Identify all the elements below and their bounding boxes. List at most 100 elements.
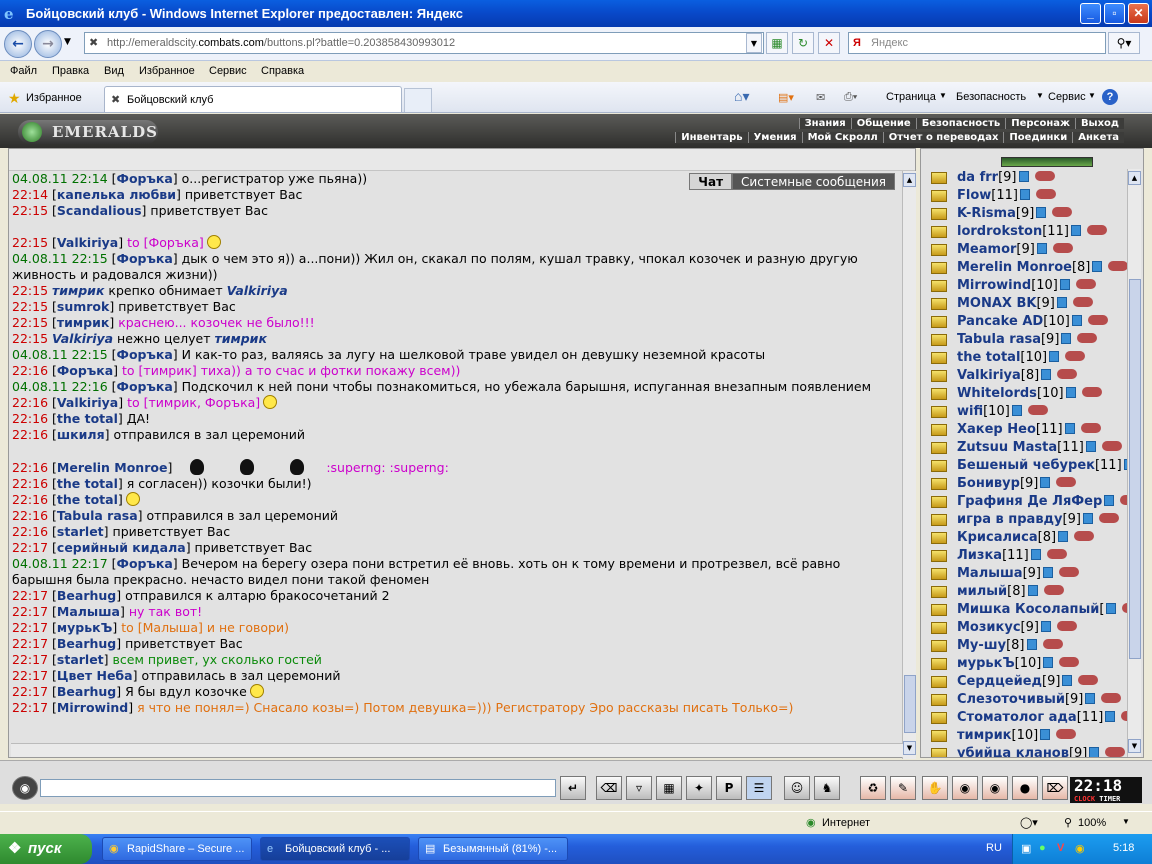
send-icon[interactable]: ↵ <box>560 776 586 800</box>
menu-tools[interactable]: Сервис <box>209 65 247 77</box>
scroll-icon[interactable]: ✎ <box>890 776 916 800</box>
menu-exit[interactable]: Выход <box>1074 118 1124 129</box>
eraser-icon[interactable]: ⌫ <box>596 776 622 800</box>
chat-nick[interactable]: Малыша <box>57 604 120 619</box>
user-scroll-down-icon[interactable]: ▼ <box>1128 739 1141 753</box>
private-message-icon[interactable] <box>931 442 947 454</box>
chat-nick[interactable]: шкиля <box>57 427 105 442</box>
chat-time[interactable]: 22:16 <box>12 508 48 523</box>
help-icon[interactable]: ? <box>1102 89 1118 105</box>
private-message-icon[interactable] <box>931 568 947 580</box>
private-message-icon[interactable] <box>931 190 947 202</box>
tray-chrome-icon[interactable]: ◉ <box>1075 842 1085 855</box>
private-message-icon[interactable] <box>931 352 947 364</box>
chat-nick[interactable]: тимрик <box>57 315 109 330</box>
chat-nick[interactable]: Форъка <box>117 347 173 362</box>
chat-time[interactable]: 22:16 <box>12 476 48 491</box>
chat-time[interactable]: 22:16 <box>12 411 48 426</box>
user-nick[interactable]: Meamor <box>957 242 1016 257</box>
scroll-down-icon[interactable]: ▼ <box>903 741 916 755</box>
chat-time[interactable]: 22:17 <box>12 604 48 619</box>
chat-scrollbar[interactable]: ▲ ▼ <box>902 171 916 759</box>
hand-icon[interactable]: ✋ <box>922 776 948 800</box>
chat-time[interactable]: 22:17 <box>12 588 48 603</box>
user-list-item[interactable]: da frr[9] <box>923 169 1127 187</box>
user-list-item[interactable]: the total[10] <box>923 349 1127 367</box>
chat-time[interactable]: 22:16 <box>12 460 48 475</box>
user-nick[interactable]: MONAX BK <box>957 296 1036 311</box>
private-message-icon[interactable] <box>931 604 947 616</box>
private-message-icon[interactable] <box>931 172 947 184</box>
user-list-item[interactable]: wifi[10] <box>923 403 1127 421</box>
chat-time[interactable]: 22:17 <box>12 636 48 651</box>
menu-view[interactable]: Вид <box>104 65 124 77</box>
chat-message-input[interactable] <box>40 779 556 797</box>
chat-nick[interactable]: серийный кидала <box>57 540 186 555</box>
speaker-icon[interactable]: ◉ <box>12 776 38 800</box>
minimize-button[interactable]: _ <box>1080 3 1101 24</box>
user-list-item[interactable]: милый[8] <box>923 583 1127 601</box>
menu-profile[interactable]: Анкета <box>1072 132 1124 143</box>
user-nick[interactable]: Whitelords <box>957 386 1037 401</box>
chat-time[interactable]: 22:15 <box>12 283 48 298</box>
private-message-icon[interactable] <box>931 280 947 292</box>
user-info-icon[interactable] <box>1036 207 1047 218</box>
taskbar-item-combats[interactable]: e Бойцовский клуб - ... <box>260 837 410 861</box>
user-info-icon[interactable] <box>1089 747 1100 757</box>
user-nick[interactable]: Му-шу <box>957 638 1006 653</box>
user-list-item[interactable]: MONAX BK[9] <box>923 295 1127 313</box>
user-list-item[interactable]: Лизка[11] <box>923 547 1127 565</box>
user-scroll-thumb[interactable] <box>1129 279 1141 659</box>
chat-nick[interactable]: starlet <box>57 524 104 539</box>
chat-time[interactable]: 22:16 <box>12 427 48 442</box>
user-info-icon[interactable] <box>1043 657 1054 668</box>
tools-menu[interactable]: Сервис <box>1048 91 1086 103</box>
chat-nick[interactable]: Форъка <box>117 556 173 571</box>
address-dropdown-button[interactable]: ▼ <box>746 33 762 53</box>
user-nick[interactable]: Мозикус <box>957 620 1021 635</box>
chat-time[interactable]: 22:17 <box>12 540 48 555</box>
user-info-icon[interactable] <box>1018 171 1029 182</box>
group-icon[interactable]: ● <box>1012 776 1038 800</box>
user-info-icon[interactable] <box>1085 441 1096 452</box>
user-list-item[interactable]: Мишка Косолапый[ <box>923 601 1127 619</box>
user-nick[interactable]: Крисалиса <box>957 530 1038 545</box>
chat-nick[interactable]: Цвет Неба <box>57 668 133 683</box>
private-message-icon[interactable] <box>931 532 947 544</box>
chat-nick[interactable]: Valkiriya <box>227 283 288 298</box>
private-message-icon[interactable] <box>931 658 947 670</box>
user-nick[interactable]: тимрик <box>957 728 1012 743</box>
maximize-button[interactable]: ▫ <box>1104 3 1125 24</box>
private-message-icon[interactable] <box>931 334 947 346</box>
user-nick[interactable]: lordrokston <box>957 224 1042 239</box>
menu-edit[interactable]: Правка <box>52 65 89 77</box>
user-nick[interactable]: игра в правду <box>957 512 1063 527</box>
private-message-icon[interactable] <box>931 676 947 688</box>
private-message-icon[interactable] <box>931 730 947 742</box>
user-nick[interactable]: wifi <box>957 404 983 419</box>
user-nick[interactable]: da frr <box>957 170 998 185</box>
tray-green-icon[interactable]: ● <box>1039 842 1046 854</box>
chat-time[interactable]: 22:15 <box>12 235 48 250</box>
user-list-item[interactable]: Графиня Де ЛяФер <box>923 493 1127 511</box>
menu-knowledge[interactable]: Знания <box>798 118 851 129</box>
user-list-item[interactable]: K-Risma[9] <box>923 205 1127 223</box>
menu-skills[interactable]: Умения <box>747 132 802 143</box>
user-nick[interactable]: Tabula rasa <box>957 332 1041 347</box>
user-info-icon[interactable] <box>1027 585 1038 596</box>
chat-nick[interactable]: Bearhug <box>57 684 116 699</box>
scroll-up-icon[interactable]: ▲ <box>903 173 916 187</box>
user-nick[interactable]: Бонивур <box>957 476 1020 491</box>
menu-communication[interactable]: Общение <box>850 118 916 129</box>
user-info-icon[interactable] <box>1061 333 1072 344</box>
tab-chat[interactable]: Чат <box>689 173 733 190</box>
user-list-item[interactable]: Крисалиса[8] <box>923 529 1127 547</box>
private-icon[interactable]: P <box>716 776 742 800</box>
chat-nick[interactable]: мурькЪ <box>57 620 112 635</box>
user-info-icon[interactable] <box>1062 675 1073 686</box>
favorites-button[interactable]: Избранное <box>26 92 82 104</box>
chat-time[interactable]: 22:16 <box>12 524 48 539</box>
forward-button[interactable]: → <box>34 30 62 58</box>
chat-nick[interactable]: Scandalious <box>57 203 142 218</box>
user-info-icon[interactable] <box>1092 261 1103 272</box>
